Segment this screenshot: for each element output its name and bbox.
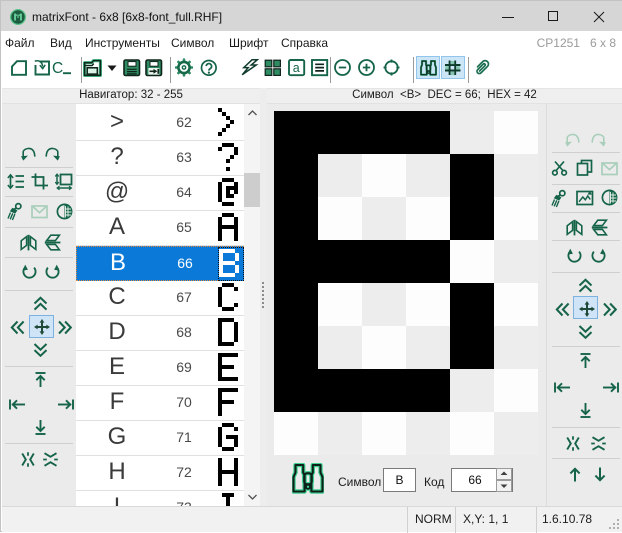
svg-text:C: C [52, 60, 63, 77]
svg-text:a: a [293, 61, 300, 75]
